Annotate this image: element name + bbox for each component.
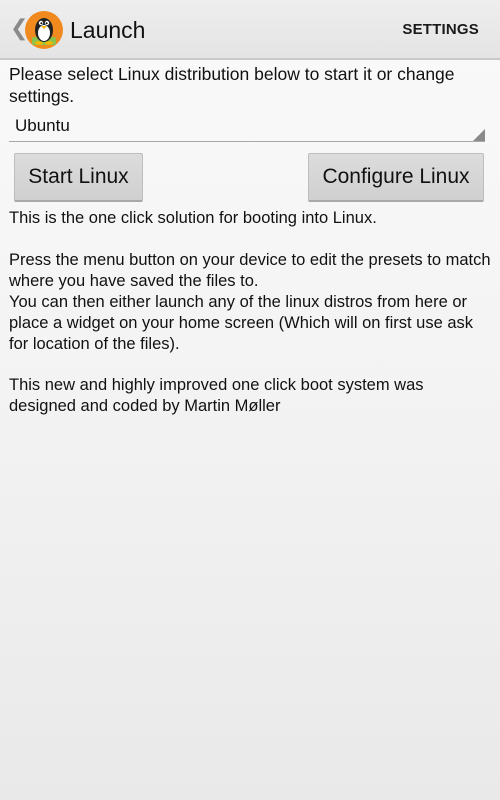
select-distro-prompt: Please select Linux distribution below t… bbox=[9, 64, 455, 106]
settings-button[interactable]: SETTINGS bbox=[402, 20, 479, 40]
tux-penguin-icon[interactable] bbox=[24, 10, 64, 50]
start-linux-button[interactable]: Start Linux bbox=[14, 153, 143, 202]
action-bar: ❮ Launch SETTINGS bbox=[0, 0, 500, 60]
menu-instructions-paragraph: Press the menu button on your device to … bbox=[9, 251, 491, 290]
distro-spinner-value: Ubuntu bbox=[15, 116, 70, 135]
configure-linux-button[interactable]: Configure Linux bbox=[308, 153, 484, 202]
intro-paragraph: This is the one click solution for booti… bbox=[9, 209, 377, 227]
distro-spinner[interactable]: Ubuntu bbox=[9, 112, 485, 142]
widget-instructions-paragraph: You can then either launch any of the li… bbox=[9, 293, 474, 353]
spinner-corner-arrow-icon bbox=[473, 129, 485, 141]
credits-paragraph: This new and highly improved one click b… bbox=[9, 376, 424, 415]
page-title: Launch bbox=[70, 17, 146, 43]
